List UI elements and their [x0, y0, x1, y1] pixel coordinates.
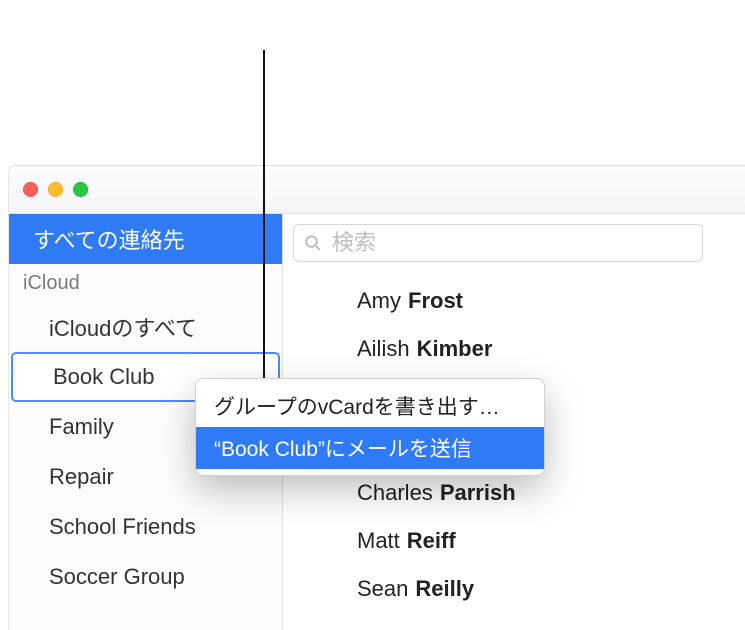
- search-input[interactable]: [330, 229, 692, 257]
- traffic-lights: [23, 182, 88, 197]
- search-field[interactable]: [293, 224, 703, 262]
- contact-first-name: Charles: [357, 480, 433, 506]
- search-wrap: [283, 214, 745, 270]
- contact-last-name: Parrish: [440, 480, 516, 506]
- list-item[interactable]: Sean Reilly: [357, 576, 745, 624]
- sidebar-account-header: iCloud: [9, 264, 282, 302]
- sidebar-item-school-friends[interactable]: School Friends: [9, 502, 282, 552]
- window-titlebar: [9, 166, 745, 214]
- context-menu: グループのvCardを書き出す… “Book Club”にメールを送信: [195, 378, 545, 476]
- minimize-window-button[interactable]: [48, 182, 63, 197]
- zoom-window-button[interactable]: [73, 182, 88, 197]
- sidebar-item-soccer-group[interactable]: Soccer Group: [9, 552, 282, 602]
- contact-first-name: Matt: [357, 528, 400, 554]
- menu-item-send-email-to-group[interactable]: “Book Club”にメールを送信: [196, 427, 544, 469]
- contact-last-name: Kimber: [417, 336, 493, 362]
- contact-last-name: Reiff: [407, 528, 456, 554]
- callout-line: [263, 50, 265, 400]
- sidebar-item-icloud-all[interactable]: iCloudのすべて: [9, 302, 282, 352]
- contact-first-name: Ailish: [357, 336, 410, 362]
- contact-last-name: Frost: [408, 288, 463, 314]
- menu-item-export-group-vcard[interactable]: グループのvCardを書き出す…: [196, 385, 544, 427]
- contact-first-name: Sean: [357, 576, 408, 602]
- search-icon: [304, 234, 322, 252]
- close-window-button[interactable]: [23, 182, 38, 197]
- list-item[interactable]: Charles Parrish: [357, 480, 745, 528]
- list-item[interactable]: Amy Frost: [357, 288, 745, 336]
- sidebar-item-all-contacts[interactable]: すべての連絡先: [9, 214, 282, 264]
- contact-last-name: Reilly: [415, 576, 474, 602]
- list-item[interactable]: Matt Reiff: [357, 528, 745, 576]
- list-item[interactable]: Ailish Kimber: [357, 336, 745, 384]
- contact-first-name: Amy: [357, 288, 401, 314]
